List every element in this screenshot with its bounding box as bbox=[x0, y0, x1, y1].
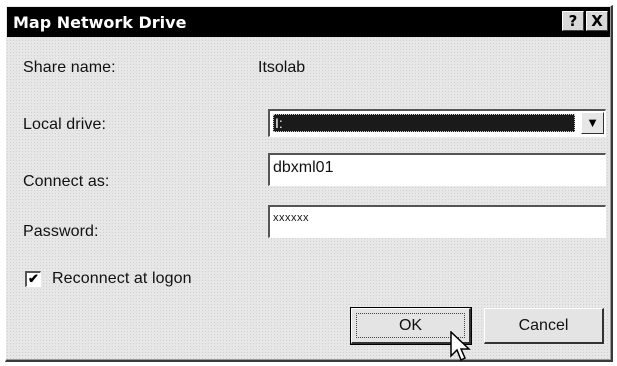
local-drive-select[interactable]: I: ▼ bbox=[268, 109, 606, 137]
mouse-pointer-icon bbox=[450, 331, 471, 362]
share-name-value: Itsolab bbox=[258, 59, 306, 76]
cancel-button[interactable]: Cancel bbox=[484, 308, 604, 344]
ok-button-label: OK bbox=[398, 317, 423, 334]
local-drive-selected-value: I: bbox=[273, 114, 575, 132]
reconnect-label[interactable]: Reconnect at logon bbox=[52, 270, 192, 288]
reconnect-checkbox[interactable]: ✔ bbox=[25, 271, 41, 287]
map-network-drive-dialog: Map Network Drive ? X Share name: Itsola… bbox=[5, 5, 613, 362]
title-bar[interactable]: Map Network Drive ? X bbox=[7, 7, 610, 37]
share-name-label: Share name: bbox=[23, 59, 116, 76]
connect-as-field[interactable]: dbxml01 bbox=[268, 153, 606, 186]
help-button[interactable]: ? bbox=[562, 11, 584, 31]
check-icon: ✔ bbox=[28, 271, 39, 286]
dialog-title: Map Network Drive bbox=[13, 13, 187, 32]
close-button[interactable]: X bbox=[586, 11, 608, 31]
local-drive-label: Local drive: bbox=[23, 116, 107, 133]
password-field[interactable]: xxxxxx bbox=[268, 205, 606, 238]
chevron-down-icon[interactable]: ▼ bbox=[581, 112, 604, 134]
connect-as-label: Connect as: bbox=[23, 173, 110, 190]
password-label: Password: bbox=[23, 223, 99, 240]
